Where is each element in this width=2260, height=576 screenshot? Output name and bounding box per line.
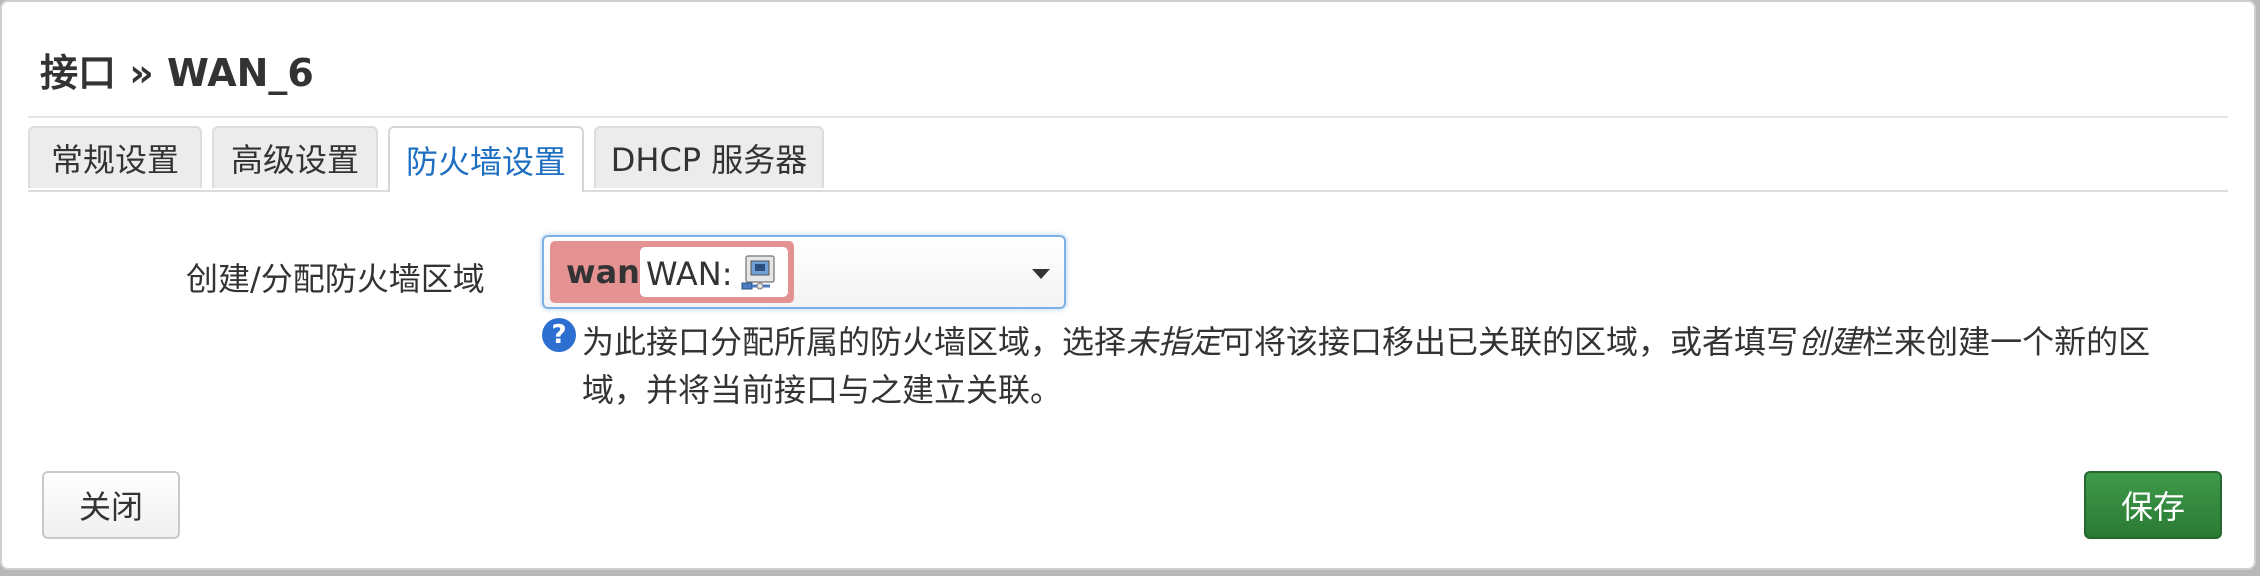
help-text-part: 可将该接口移出已关联的区域，或者填写 (1222, 323, 1799, 361)
firewall-zone-label: 创建/分配防火墙区域 (186, 260, 485, 298)
zone-name: wan (566, 253, 640, 291)
interface-edit-dialog: 接口 » WAN_6 常规设置 高级设置 防火墙设置 DHCP 服务器 创建/分… (0, 0, 2256, 570)
chevron-down-icon (1032, 269, 1050, 279)
save-button[interactable]: 保存 (2084, 471, 2222, 539)
dialog-title: 接口 » WAN_6 (40, 51, 314, 95)
zone-network-label: WAN: (646, 255, 733, 293)
network-port-icon (741, 255, 775, 290)
help-text-emphasis-create: 创建 (1798, 323, 1863, 361)
help-text-part: 为此接口分配所属的防火墙区域，选择 (582, 323, 1127, 361)
close-button[interactable]: 关闭 (42, 471, 180, 539)
firewall-zone-select[interactable]: wan WAN: (542, 235, 1066, 309)
tab-label: DHCP 服务器 (610, 141, 808, 179)
save-button-label: 保存 (2120, 488, 2185, 526)
firewall-zone-help-text: 为此接口分配所属的防火墙区域，选择未指定可将该接口移出已关联的区域，或者填写创建… (582, 318, 2192, 414)
tab-general-settings[interactable]: 常规设置 (28, 126, 202, 188)
tab-dhcp-server[interactable]: DHCP 服务器 (594, 126, 824, 188)
zone-network-chip: WAN: (640, 247, 788, 297)
close-button-label: 关闭 (78, 488, 143, 526)
tab-firewall-settings[interactable]: 防火墙设置 (388, 126, 584, 192)
help-text-emphasis-unspecified: 未指定 (1126, 323, 1223, 361)
tab-bar: 常规设置 高级设置 防火墙设置 DHCP 服务器 (28, 126, 2228, 192)
help-icon: ? (542, 318, 576, 352)
title-divider (28, 116, 2228, 118)
tab-label: 防火墙设置 (405, 143, 566, 181)
tab-label: 常规设置 (50, 141, 179, 179)
tab-label: 高级设置 (230, 141, 359, 179)
zone-badge: wan WAN: (550, 241, 794, 303)
tab-advanced-settings[interactable]: 高级设置 (212, 126, 378, 188)
